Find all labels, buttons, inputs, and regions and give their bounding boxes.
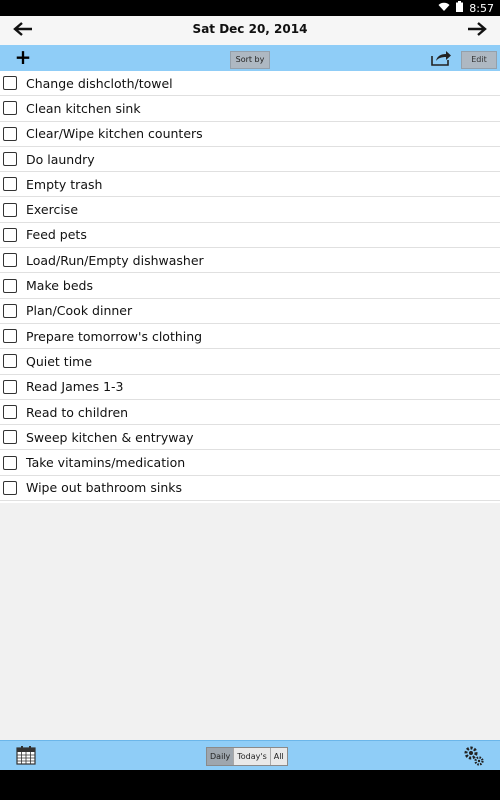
task-label: Prepare tomorrow's clothing [26,328,203,344]
edit-button[interactable]: Edit [461,51,497,69]
task-checkbox[interactable] [3,405,17,419]
filter-tab-daily[interactable]: Daily [207,748,235,765]
task-label: Empty trash [26,176,103,192]
task-checkbox[interactable] [3,101,17,116]
task-checkbox[interactable] [3,278,17,293]
task-row[interactable]: Make beds [0,273,500,299]
task-checkbox[interactable] [3,430,17,445]
system-nav-bar [0,770,500,800]
task-checkbox[interactable] [3,480,17,495]
task-row[interactable]: Exercise [0,197,500,223]
task-checkbox[interactable] [3,455,17,470]
task-label: Plan/Cook dinner [26,303,133,319]
date-bar: Sat Dec 20, 2014 [0,16,500,46]
task-label: Change dishcloth/towel [26,75,173,91]
task-checkbox[interactable] [3,354,17,369]
task-row[interactable]: Prepare tomorrow's clothing [0,324,500,350]
task-row[interactable]: Clear/Wipe kitchen counters [0,122,500,147]
task-checkbox[interactable] [3,126,17,141]
task-checkbox[interactable] [3,76,17,91]
filter-tab-all[interactable]: All [271,748,287,765]
task-row[interactable]: Read to children [0,400,500,426]
task-label: Do laundry [26,151,95,167]
task-row[interactable]: Quiet time [0,349,500,375]
battery-icon [456,1,464,15]
task-checkbox[interactable] [3,379,17,394]
task-checkbox[interactable] [3,177,17,192]
task-checkbox[interactable] [3,253,17,268]
task-checkbox[interactable] [3,227,17,242]
task-row[interactable]: Change dishcloth/towel [0,71,500,97]
task-label: Load/Run/Empty dishwasher [26,252,204,268]
task-label: Read to children [26,404,129,420]
task-label: Wipe out bathroom sinks [26,480,182,496]
task-row[interactable]: Load/Run/Empty dishwasher [0,248,500,274]
task-label: Sweep kitchen & entryway [26,429,194,445]
task-label: Read James 1-3 [26,379,124,395]
task-row[interactable]: Empty trash [0,172,500,198]
calendar-icon [16,746,36,769]
task-row[interactable]: Sweep kitchen & entryway [0,425,500,451]
view-filter-segment: Daily Today's All [206,747,288,766]
task-label: Quiet time [26,353,93,369]
task-row[interactable]: Feed pets [0,223,500,249]
calendar-button[interactable] [16,745,36,765]
filter-tab-todays[interactable]: Today's [234,748,271,765]
toolbar: + Sort by Edit [0,45,500,72]
share-icon [430,51,452,71]
plus-icon: + [14,45,32,69]
task-label: Feed pets [26,227,87,243]
task-checkbox[interactable] [3,303,17,318]
next-day-button[interactable] [462,19,492,41]
task-label: Clean kitchen sink [26,100,141,116]
task-row[interactable]: Take vitamins/medication [0,450,500,476]
add-task-button[interactable]: + [14,45,32,69]
task-label: Take vitamins/medication [26,455,186,471]
settings-button[interactable] [462,744,486,768]
task-label: Make beds [26,278,93,294]
task-label: Exercise [26,202,79,218]
task-checkbox[interactable] [3,152,17,167]
task-label: Clear/Wipe kitchen counters [26,126,203,142]
task-list: Change dishcloth/towel Clean kitchen sink… [0,71,500,503]
task-row[interactable]: Read James 1-3 [0,375,500,400]
status-time: 8:57 [469,1,494,15]
task-row[interactable]: Plan/Cook dinner [0,299,500,324]
footer-bar: Daily Today's All [0,740,500,770]
task-checkbox[interactable] [3,202,17,217]
task-checkbox[interactable] [3,329,17,344]
sort-by-button[interactable]: Sort by [230,51,270,69]
share-button[interactable] [430,49,452,67]
task-row[interactable]: Do laundry [0,147,500,173]
task-row[interactable]: Clean kitchen sink [0,96,500,122]
task-row[interactable]: Wipe out bathroom sinks [0,476,500,502]
arrow-right-icon [467,21,487,40]
status-bar: 8:57 [0,0,500,16]
date-title: Sat Dec 20, 2014 [192,22,308,36]
wifi-icon [438,2,450,15]
